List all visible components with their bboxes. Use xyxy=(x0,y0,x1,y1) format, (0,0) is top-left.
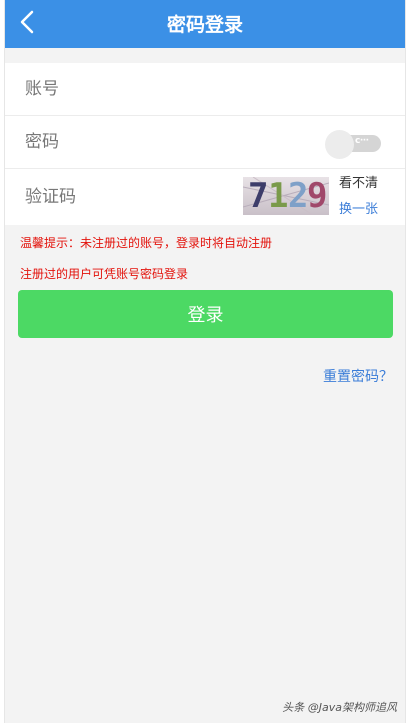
captcha-char-4: 9 xyxy=(307,177,328,215)
password-visibility-toggle[interactable]: c··· xyxy=(325,130,383,159)
reset-password-link[interactable]: 重置密码？ xyxy=(323,366,393,386)
toggle-label: c··· xyxy=(355,136,369,146)
captcha-hint: 看不清 xyxy=(339,176,379,191)
login-screen: 密码登录 c··· 7129 7 1 xyxy=(4,0,406,723)
tip-login-info: 注册过的用户可凭账号密码登录 xyxy=(20,267,189,281)
account-input[interactable] xyxy=(25,63,325,115)
login-button[interactable]: 登录 xyxy=(18,290,393,338)
captcha-controls: 看不清 换一张 xyxy=(339,175,399,219)
password-row: c··· xyxy=(5,116,405,169)
captcha-row: 7129 7 1 2 9 看不清 换一张 xyxy=(5,169,405,225)
captcha-image[interactable]: 7129 7 1 2 9 xyxy=(243,177,329,215)
watermark: 头条 @Java架构师追风 xyxy=(282,701,397,714)
toggle-knob xyxy=(325,130,354,159)
tip-auto-register: 温馨提示：未注册过的账号，登录时将自动注册 xyxy=(20,236,273,250)
captcha-char-2: 1 xyxy=(268,177,289,215)
captcha-char-3: 2 xyxy=(288,177,309,215)
password-input[interactable] xyxy=(25,116,325,168)
captcha-char-1: 7 xyxy=(248,177,269,215)
page-title: 密码登录 xyxy=(166,14,243,36)
captcha-refresh-link[interactable]: 换一张 xyxy=(339,201,399,219)
captcha-input[interactable] xyxy=(25,169,235,225)
account-row xyxy=(5,63,405,116)
top-bar: 密码登录 xyxy=(5,0,405,48)
login-form: c··· 7129 7 1 2 9 看不清 换一张 xyxy=(5,63,405,225)
